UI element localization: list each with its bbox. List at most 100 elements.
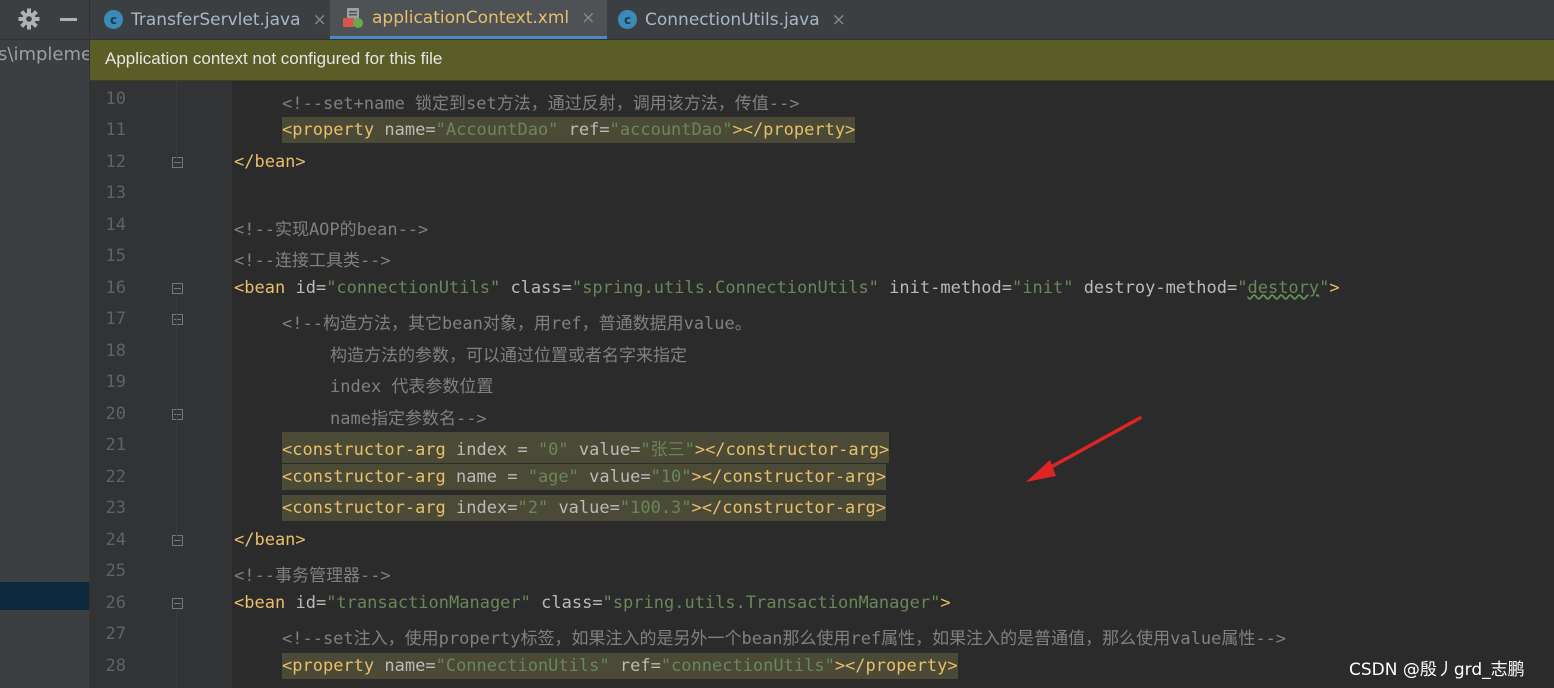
editor-tab-bar: c TransferServlet.java × applicationCont… <box>90 0 1554 40</box>
xml-value: "accountDao" <box>609 120 733 140</box>
line-number: 23 <box>105 498 126 518</box>
xml-comment: <!--构造方法，其它bean对象，用ref，普通数据用value。 <box>282 314 752 334</box>
xml-comment: <!--实现AOP的bean--> <box>234 220 429 240</box>
project-toolbar <box>0 0 89 40</box>
xml-attr: class <box>541 593 593 613</box>
xml-attr: class <box>510 278 562 298</box>
xml-value: "AccountDao" <box>435 120 559 140</box>
code-line-10: <!--set+name 锁定到set方法，通过反射，调用该方法，传值--> <box>282 89 799 114</box>
xml-attr: ref <box>568 120 600 140</box>
xml-comment: name指定参数名--> <box>330 409 487 429</box>
xml-value: "ConnectionUtils" <box>435 656 610 676</box>
xml-value: "2" <box>517 498 549 518</box>
line-number: 26 <box>105 593 126 613</box>
xml-tag: constructor-arg <box>292 440 446 460</box>
banner-message: Application context not configured for t… <box>105 49 443 68</box>
line-number: 22 <box>105 467 126 487</box>
tab-label: TransferServlet.java <box>131 9 301 30</box>
line-number: 25 <box>105 561 126 581</box>
xml-attr: value <box>558 498 610 518</box>
xml-attr: init-method <box>889 278 1002 298</box>
annotation-arrow-icon <box>1026 416 1142 482</box>
line-number: 28 <box>105 656 126 676</box>
line-number: 16 <box>105 278 126 298</box>
code-line-22: <constructor-arg name = "age" value="10"… <box>282 464 886 490</box>
tab-label: ConnectionUtils.java <box>645 9 820 30</box>
xml-attr: name <box>384 656 426 676</box>
code-line-25: <!--事务管理器--> <box>234 561 391 586</box>
code-line-14: <!--实现AOP的bean--> <box>234 215 428 240</box>
line-number: 10 <box>105 89 126 109</box>
code-line-20: name指定参数名--> <box>330 404 487 429</box>
close-icon[interactable]: × <box>313 10 327 30</box>
xml-tag: constructor-arg <box>292 498 446 518</box>
xml-value: "transactionManager" <box>326 593 531 613</box>
code-line-17: <!--构造方法，其它bean对象，用ref，普通数据用value。 <box>282 309 752 334</box>
project-tree-path[interactable]: s\impleme <box>0 44 89 65</box>
line-number: 18 <box>105 341 126 361</box>
fold-toggle-icon[interactable] <box>172 535 183 546</box>
typo-warning-value[interactable]: destory <box>1247 278 1319 298</box>
code-line-19: index 代表参数位置 <box>330 372 493 397</box>
xml-tag: </bean> <box>234 530 306 550</box>
line-number: 14 <box>105 215 126 235</box>
line-number: 19 <box>105 372 126 392</box>
xml-value: "10" <box>650 467 692 487</box>
project-tree-selected-row[interactable] <box>0 582 89 610</box>
line-number: 24 <box>105 530 126 550</box>
close-icon[interactable]: × <box>581 8 595 28</box>
tab-applicationcontext[interactable]: applicationContext.xml × <box>330 0 608 39</box>
code-line-27: <!--set注入，使用property标签，如果注入的是另外一个bean那么使… <box>282 624 1286 649</box>
xml-value: "age" <box>527 467 579 487</box>
notification-banner: Application context not configured for t… <box>90 40 1554 81</box>
xml-value: "0" <box>537 440 569 460</box>
fold-toggle-icon[interactable] <box>172 598 183 609</box>
fold-toggle-icon[interactable] <box>172 409 183 420</box>
xml-tag: constructor-arg <box>292 467 446 487</box>
xml-tag: bean <box>244 593 286 613</box>
tab-label: applicationContext.xml <box>372 8 570 28</box>
xml-comment: <!--set注入，使用property标签，如果注入的是另外一个bean那么使… <box>282 629 1287 649</box>
indent-guide <box>176 81 177 161</box>
code-line-28: <property name="ConnectionUtils" ref="co… <box>282 653 958 679</box>
minimize-icon[interactable] <box>60 18 77 21</box>
xml-attr: name <box>456 467 497 487</box>
xml-comment: <!--set+name 锁定到set方法，通过反射，调用该方法，传值--> <box>282 94 800 114</box>
code-editor[interactable]: 10 11 12 13 14 15 16 17 18 19 20 21 22 2… <box>90 81 1554 688</box>
xml-attr: value <box>589 467 641 487</box>
xml-attr: index <box>456 498 508 518</box>
xml-attr: index <box>456 440 508 460</box>
fold-toggle-icon[interactable] <box>172 157 183 168</box>
fold-toggle-icon[interactable] <box>172 314 183 325</box>
xml-value: "spring.utils.TransactionManager" <box>602 593 941 613</box>
code-line-24: </bean> <box>234 530 306 550</box>
code-line-23: <constructor-arg index="2" value="100.3"… <box>282 495 886 521</box>
watermark: CSDN @殷丿grd_志鹏 <box>1349 660 1525 680</box>
gear-icon[interactable] <box>17 7 41 31</box>
xml-comment: 构造方法的参数，可以通过位置或者名字来指定 <box>330 346 687 366</box>
xml-value: "spring.utils.ConnectionUtils" <box>571 278 879 298</box>
close-icon[interactable]: × <box>832 10 846 30</box>
xml-value: "100.3" <box>619 498 692 518</box>
xml-attr: id <box>295 278 316 298</box>
fold-toggle-icon[interactable] <box>172 283 183 294</box>
xml-tag: property <box>292 120 375 140</box>
line-number: 21 <box>105 435 126 455</box>
line-number: 15 <box>105 246 126 266</box>
tab-connectionutils[interactable]: c ConnectionUtils.java × <box>618 0 846 39</box>
xml-attr: name <box>384 120 426 140</box>
xml-value: "connectionUtils" <box>326 278 501 298</box>
project-panel: s\impleme <box>0 0 90 688</box>
line-number: 13 <box>105 183 126 203</box>
code-line-18: 构造方法的参数，可以通过位置或者名字来指定 <box>330 341 687 366</box>
line-number: 11 <box>105 120 126 140</box>
line-number: 20 <box>105 404 126 424</box>
tab-transferservlet[interactable]: c TransferServlet.java × <box>104 0 327 39</box>
code-line-26: <bean id="transactionManager" class="spr… <box>234 593 951 613</box>
code-line-16: <bean id="connectionUtils" class="spring… <box>234 278 1340 298</box>
xml-value: "init" <box>1012 278 1074 298</box>
code-line-11: <property name="AccountDao" ref="account… <box>282 117 856 143</box>
java-class-icon: c <box>104 10 123 29</box>
xml-tag: </bean> <box>234 152 306 172</box>
xml-attr: destroy-method <box>1083 278 1227 298</box>
